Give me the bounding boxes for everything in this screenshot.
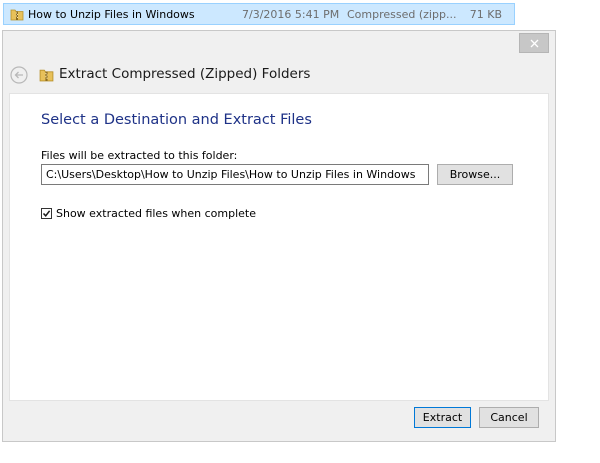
extract-dialog: Extract Compressed (Zipped) Folders Sele… xyxy=(2,30,556,442)
show-files-checkbox[interactable] xyxy=(41,208,52,219)
file-list-row[interactable]: How to Unzip Files in Windows 7/3/2016 5… xyxy=(3,3,515,25)
back-button[interactable] xyxy=(10,66,28,84)
dialog-title: Extract Compressed (Zipped) Folders xyxy=(59,66,311,82)
file-size: 71 KB xyxy=(469,8,502,21)
file-date-modified: 7/3/2016 5:41 PM xyxy=(242,8,340,21)
extract-button[interactable]: Extract xyxy=(414,407,471,428)
back-arrow-icon xyxy=(10,66,28,84)
file-name: How to Unzip Files in Windows xyxy=(28,8,195,21)
destination-label: Files will be extracted to this folder: xyxy=(41,149,238,162)
cancel-button[interactable]: Cancel xyxy=(479,407,539,428)
zip-folder-icon xyxy=(39,67,54,82)
close-icon xyxy=(530,39,539,48)
checkmark-icon xyxy=(42,210,51,217)
dialog-content: Select a Destination and Extract Files F… xyxy=(9,93,549,401)
zip-folder-icon xyxy=(10,7,24,21)
close-button[interactable] xyxy=(519,33,549,53)
destination-path-input[interactable] xyxy=(41,164,429,185)
show-files-label: Show extracted files when complete xyxy=(56,207,257,220)
section-title: Select a Destination and Extract Files xyxy=(41,112,312,128)
dialog-header: Extract Compressed (Zipped) Folders xyxy=(3,59,555,91)
file-type: Compressed (zipp... xyxy=(347,8,457,21)
browse-button[interactable]: Browse... xyxy=(437,164,513,185)
